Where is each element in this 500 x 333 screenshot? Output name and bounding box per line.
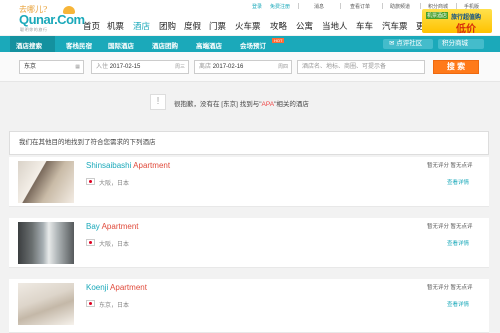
- city-input[interactable]: 东京 ▦: [19, 60, 84, 74]
- japan-flag-icon: [86, 239, 95, 246]
- divider: [340, 3, 341, 9]
- hot-badge: HOT: [272, 38, 285, 43]
- hotel-rating: 暂无评分 暂无点评: [427, 163, 473, 169]
- login-link[interactable]: 登录: [252, 3, 262, 10]
- keyword-placeholder: 酒店名、地标、商圈、可提示备: [302, 64, 387, 70]
- community-button[interactable]: ✉ 点评社区: [383, 39, 433, 49]
- subnav-luxury[interactable]: 高端酒店: [196, 40, 222, 50]
- channel-link[interactable]: 助旅频道: [390, 3, 410, 10]
- notice-keyword: APA: [261, 101, 275, 108]
- hotel-photo[interactable]: [18, 283, 74, 325]
- checkin-input[interactable]: 入住 2017-02-15 周三: [91, 60, 189, 74]
- checkin-label: 入住: [96, 64, 109, 70]
- hotel-name[interactable]: Shinsaibashi Apartment: [86, 161, 170, 170]
- hotel-type: Apartment: [133, 161, 171, 170]
- checkout-weekday: 周四: [277, 64, 288, 70]
- view-details-link[interactable]: 查看详情: [447, 300, 469, 308]
- warning-icon: !: [150, 94, 166, 110]
- nav-hotels[interactable]: 酒店: [133, 20, 150, 32]
- hotel-card[interactable]: Koenji Apartment 东京，日本 暂无评分 暂无点评 查看详情: [9, 279, 489, 333]
- promo-badge: 机票酒店: [426, 12, 449, 19]
- hotel-name-text: Bay: [86, 222, 100, 231]
- calendar-icon: ▦: [75, 64, 80, 70]
- japan-flag-icon: [86, 178, 95, 185]
- notice-suffix: "相关的酒店: [274, 101, 309, 108]
- nav-train[interactable]: 火车票: [235, 20, 261, 32]
- search-button[interactable]: 搜 索: [433, 60, 479, 74]
- hotel-location: 大阪，日本: [99, 181, 130, 187]
- hotel-card[interactable]: Bay Apartment 大阪，日本 暂无评分 暂无点评 查看详情: [9, 218, 489, 268]
- hotel-rating: 暂无评分 暂无点评: [427, 224, 473, 230]
- hotel-name-text: Koenji: [86, 283, 109, 292]
- community-button-label: 点评社区: [396, 40, 423, 47]
- divider: [420, 3, 421, 9]
- checkout-input[interactable]: 离店 2017-02-16 周四: [194, 60, 292, 74]
- subnav-inns[interactable]: 客栈民宿: [66, 40, 92, 50]
- promo-price: 低价: [456, 24, 476, 35]
- hotel-rating: 暂无评分 暂无点评: [427, 285, 473, 291]
- nav-tickets[interactable]: 门票: [209, 20, 226, 32]
- nav-guides[interactable]: 攻略: [270, 20, 287, 32]
- hotel-card[interactable]: Shinsaibashi Apartment 大阪，日本 暂无评分 暂无点评 查…: [9, 157, 489, 207]
- notice-prefix: 很抱歉，没有在 [东京] 找到与": [174, 101, 262, 108]
- logo-subtitle: 聪明你的旅行: [20, 27, 48, 32]
- orders-link[interactable]: 查看订单: [350, 3, 370, 10]
- japan-flag-icon: [86, 300, 95, 307]
- checkin-date: 2017-02-15: [109, 64, 141, 70]
- hotel-type: Apartment: [101, 222, 139, 231]
- divider: [298, 3, 299, 9]
- nav-locals[interactable]: 当地人: [322, 20, 348, 32]
- hotel-type: Apartment: [110, 283, 147, 292]
- points-mall-button[interactable]: 积分商城: [438, 39, 484, 49]
- checkout-date: 2017-02-16: [212, 64, 244, 70]
- view-details-link[interactable]: 查看详情: [447, 178, 469, 186]
- hotel-photo[interactable]: [18, 161, 74, 203]
- hotel-name-text: Shinsaibashi: [86, 161, 132, 170]
- nav-apartments[interactable]: 公寓: [296, 20, 313, 32]
- hotel-name[interactable]: Koenji Apartment: [86, 283, 147, 292]
- hotel-location: 东京，日本: [99, 303, 130, 309]
- hotel-location: 大阪，日本: [99, 242, 130, 248]
- nav-vacation[interactable]: 度假: [184, 20, 201, 32]
- nav-cars[interactable]: 车车: [356, 20, 373, 32]
- checkin-weekday: 周三: [174, 64, 185, 70]
- subnav-international[interactable]: 国际酒店: [108, 40, 134, 50]
- nav-home[interactable]: 首页: [83, 20, 100, 32]
- keyword-input[interactable]: 酒店名、地标、商圈、可提示备: [297, 60, 425, 74]
- messages-link[interactable]: 消息: [314, 3, 324, 10]
- no-results-notice: 很抱歉，没有在 [东京] 找到与"APA"相关的酒店: [174, 98, 309, 108]
- divider: [382, 3, 383, 9]
- hotel-name[interactable]: Bay Apartment: [86, 222, 138, 231]
- hotel-photo[interactable]: [18, 222, 74, 264]
- nav-groupbuy[interactable]: 团购: [159, 20, 176, 32]
- subnav-venues[interactable]: 会场预订: [240, 40, 266, 50]
- logo[interactable]: Qunar.Com: [19, 12, 85, 27]
- subnav-groupbuy[interactable]: 酒店团购: [152, 40, 178, 50]
- subnav-hotel-search[interactable]: 酒店搜索: [16, 40, 42, 50]
- city-value: 东京: [24, 64, 37, 70]
- checkout-label: 离店: [199, 64, 212, 70]
- view-details-link[interactable]: 查看详情: [447, 239, 469, 247]
- register-link[interactable]: 免费注册: [270, 3, 290, 10]
- nav-flights[interactable]: 机票: [107, 20, 124, 32]
- results-header: 我们在其他目的地找到了符合您需求的下列酒店: [9, 131, 489, 155]
- nav-bus[interactable]: 汽车票: [382, 20, 408, 32]
